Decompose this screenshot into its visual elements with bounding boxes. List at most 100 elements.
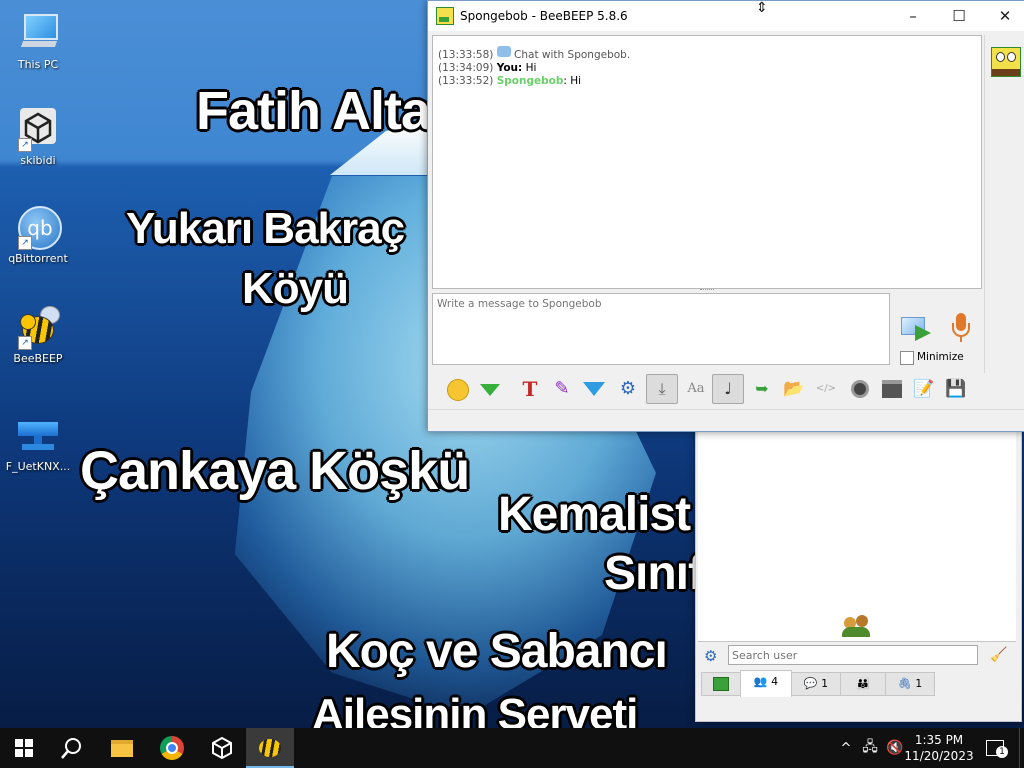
desktop-icon-label: qBittorrent (8, 252, 68, 265)
shortcut-arrow-icon: ↗ (18, 336, 32, 350)
emoticon-icon[interactable] (444, 375, 472, 403)
clock[interactable]: 1:35 PM 11/20/2023 (904, 728, 974, 768)
wallpaper-text-7: Koç ve Sabancı (326, 625, 668, 678)
wallpaper-text-6: Sınıf (604, 547, 704, 600)
tab-chats-count: 1 (821, 677, 829, 690)
clock-time: 1:35 PM (914, 733, 964, 747)
message-time: (13:33:52) (438, 75, 494, 87)
unity-cube-icon: ↗ (16, 106, 60, 152)
spongebob-app-icon (436, 7, 454, 25)
terminal-icon[interactable] (878, 375, 906, 403)
chat-bubble-icon (496, 46, 511, 57)
user-list-panel (698, 423, 1016, 642)
chat-window: Spongebob - BeeBEEP 5.8.6 – ☐ ✕ (13:33:5… (427, 0, 1024, 432)
volume-muted-icon[interactable]: 🔇 (884, 728, 906, 768)
chrome-icon[interactable] (148, 728, 196, 768)
sound-icon[interactable]: ♩ (712, 374, 744, 404)
spongebob-avatar[interactable] (991, 47, 1021, 77)
send-button[interactable] (901, 315, 933, 341)
desktop-icon-beebeep[interactable]: ↗ BeeBEEP (0, 304, 76, 365)
chat-bubbles-icon: 💬 (803, 677, 818, 690)
message-text: Hi (525, 62, 537, 74)
tray-overflow-chevron-icon[interactable]: ^ (836, 728, 856, 768)
message-list: (13:33:58) Chat with Spongebob. (13:34:0… (438, 46, 630, 88)
text-style-icon[interactable]: T (516, 375, 544, 403)
tab-shares[interactable]: 🖇 1 (885, 672, 935, 696)
gem-icon[interactable] (476, 375, 504, 403)
qbittorrent-icon: qb ↗ (16, 204, 62, 250)
desktop-icon-label: F_UetKNX... (5, 460, 71, 473)
send-folder-icon[interactable]: 📂 (780, 375, 808, 403)
filter-icon[interactable] (580, 375, 608, 403)
html-code-icon[interactable]: </> (812, 375, 840, 403)
groups-icon: 👪 (856, 677, 870, 690)
beebeep-icon (713, 677, 729, 691)
network-status-icon[interactable]: 🖧 (860, 728, 880, 768)
settings-gear-icon[interactable]: ⚙ (704, 648, 720, 664)
chat-history[interactable]: (13:33:58) Chat with Spongebob. (13:34:0… (432, 35, 982, 289)
search-icon[interactable] (48, 728, 96, 768)
screenshot-icon[interactable] (846, 375, 874, 403)
color-picker-icon[interactable]: ✎ (548, 375, 576, 403)
notification-count-badge: 1 (996, 746, 1008, 758)
desktop-icon-qbittorrent[interactable]: qb ↗ qBittorrent (0, 204, 76, 265)
notes-icon[interactable]: 📝 (910, 375, 938, 403)
bee-icon: ↗ (16, 304, 60, 350)
tab-beebeep[interactable] (701, 672, 741, 696)
wallpaper-text-2: Yukarı Bakraç (126, 204, 405, 253)
message-row: (13:33:58) Chat with Spongebob. (438, 46, 630, 62)
tab-users-count: 4 (771, 675, 779, 688)
wallpaper-text-4: Çankaya Köşkü (80, 441, 470, 501)
desktop-icon-label: skibidi (20, 154, 56, 167)
tab-users[interactable]: 👥 4 (740, 670, 792, 697)
minimize-checkbox-label: Minimize (917, 351, 964, 363)
message-row: (13:33:52) Spongebob: Hi (438, 75, 630, 88)
message-time: (13:33:58) (438, 49, 494, 61)
message-sender: Spongebob (496, 75, 564, 87)
search-user-input[interactable] (728, 645, 978, 665)
message-row: (13:34:09) You: Hi (438, 62, 630, 75)
users-icon: 👥 (753, 675, 768, 688)
wallpaper-text-1: Fatih Alta (196, 81, 431, 141)
file-explorer-icon[interactable] (98, 728, 146, 768)
tab-chats[interactable]: 💬 1 (791, 672, 841, 696)
unity-icon[interactable] (198, 728, 246, 768)
desktop-icon-label: This PC (17, 58, 59, 71)
beebeep-taskbar-icon[interactable] (246, 728, 294, 768)
send-file-icon[interactable]: ➥ (748, 375, 776, 403)
microphone-icon[interactable] (950, 313, 972, 343)
share-icon: 🖇 (897, 677, 912, 690)
side-divider (984, 35, 985, 373)
message-text: Chat with Spongebob. (514, 49, 631, 61)
minimize-button[interactable]: – (890, 1, 936, 31)
windows-start-icon[interactable] (0, 728, 48, 768)
window-title: Spongebob - BeeBEEP 5.8.6 (460, 9, 628, 23)
desktop-icon-label: BeeBEEP (13, 352, 63, 365)
message-text: : Hi (563, 75, 582, 87)
tab-groups[interactable]: 👪 (840, 672, 886, 696)
clock-date: 11/20/2023 (904, 749, 974, 763)
minimize-checkbox[interactable] (900, 351, 914, 365)
desktop-icon-this-pc[interactable]: This PC (0, 10, 76, 71)
font-icon[interactable]: Aa (682, 375, 710, 403)
settings-cogs-icon[interactable]: ⚙ (614, 375, 642, 403)
wallpaper-text-3: Köyü (242, 264, 349, 313)
tab-shares-count: 1 (915, 677, 923, 690)
notifications-icon[interactable]: 1 (980, 728, 1010, 768)
mouse-cursor-icon: ⇕ (756, 0, 768, 16)
desktop-icon-uetknx[interactable]: F_UetKNX... (0, 412, 76, 473)
close-button[interactable]: ✕ (982, 1, 1024, 31)
chat-titlebar[interactable]: Spongebob - BeeBEEP 5.8.6 – ☐ ✕ (428, 1, 1024, 31)
show-desktop-button[interactable] (1019, 728, 1024, 768)
message-time: (13:34:09) (438, 62, 494, 74)
message-input[interactable] (432, 293, 890, 365)
users-empty-icon (842, 615, 872, 639)
save-chat-icon[interactable]: ⤓ (646, 374, 678, 404)
monitor-icon (16, 10, 60, 54)
desktop-icon-skibidi[interactable]: ↗ skibidi (0, 106, 76, 167)
taskbar: ^ 🖧 🔇 1:35 PM 11/20/2023 1 (0, 728, 1024, 768)
floppy-save-icon[interactable]: 💾 (942, 375, 970, 403)
clear-search-broom-icon[interactable]: 🧹 (990, 646, 1008, 664)
shortcut-arrow-icon: ↗ (18, 236, 32, 250)
maximize-button[interactable]: ☐ (936, 1, 982, 31)
